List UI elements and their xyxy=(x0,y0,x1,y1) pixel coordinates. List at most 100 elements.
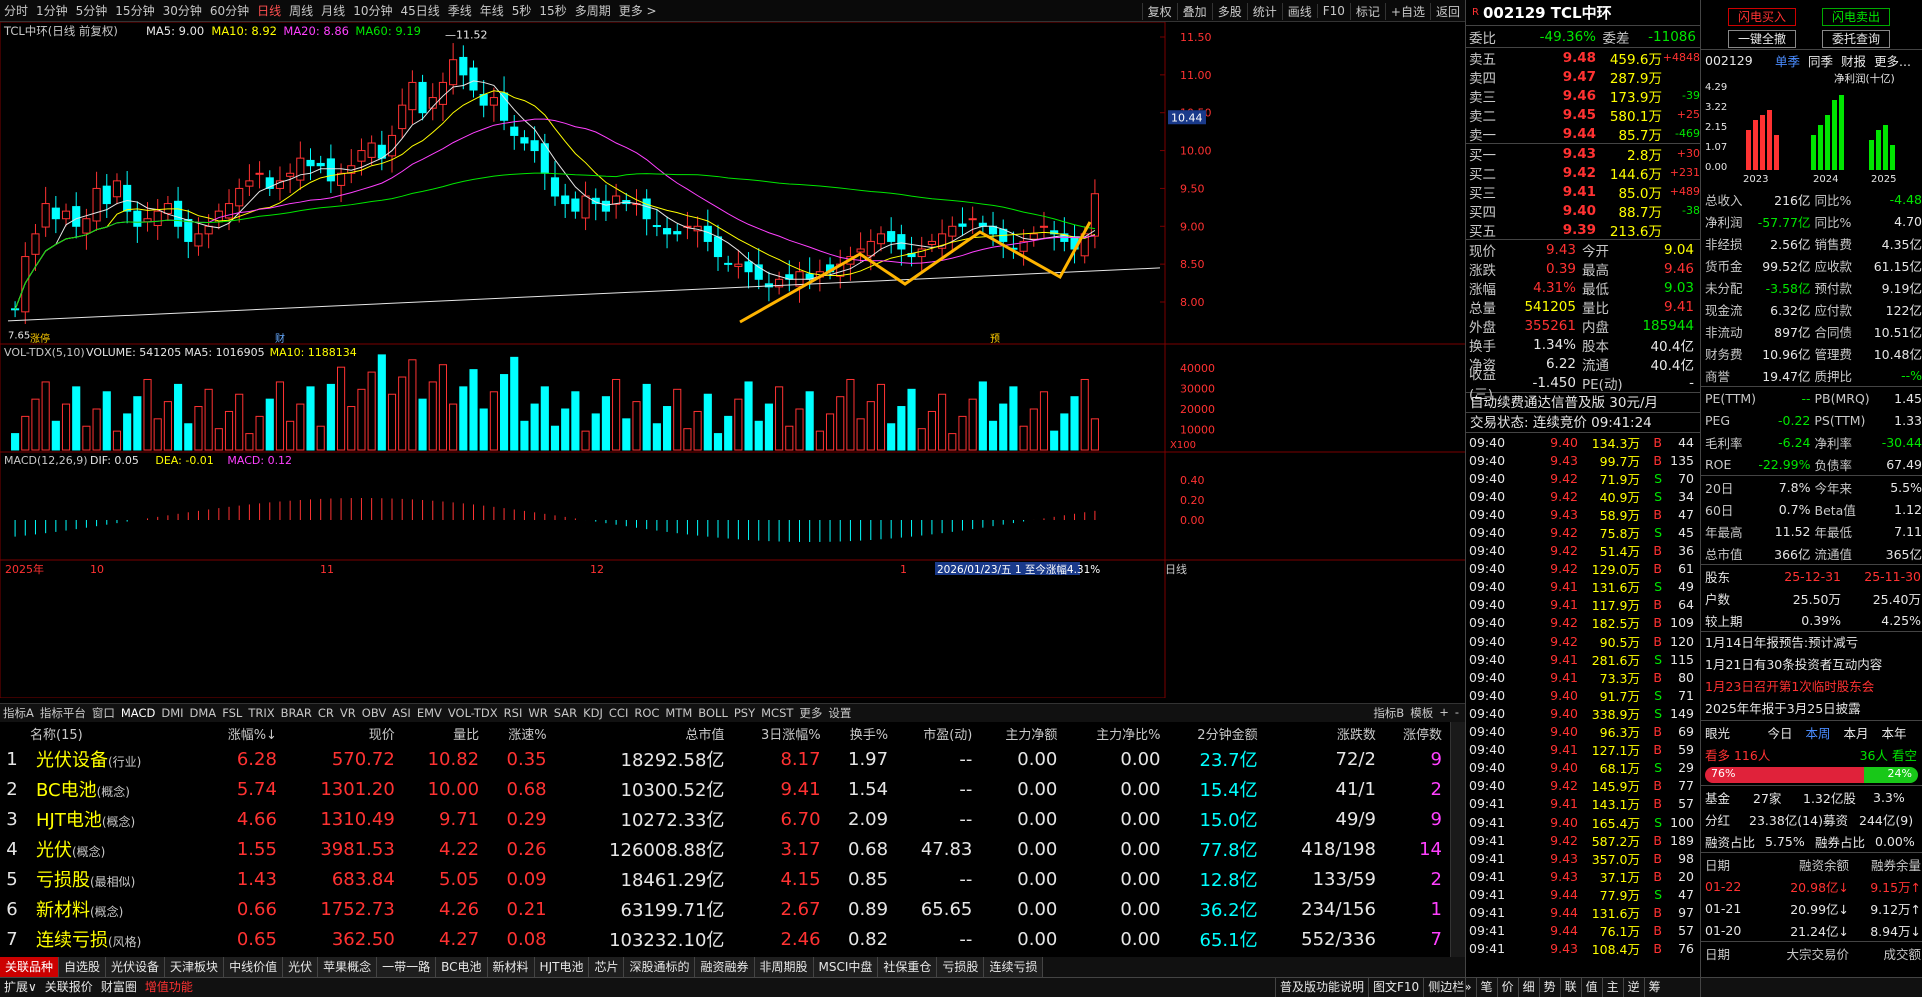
period-tab[interactable]: 5秒 xyxy=(508,2,536,19)
sector-tab[interactable]: 一带一路 xyxy=(377,957,437,977)
fin-tab[interactable]: 单季 xyxy=(1775,51,1800,70)
sector-tab[interactable]: 亏损股 xyxy=(937,957,985,977)
book-row[interactable]: 买三 9.41 85.0万 +489 xyxy=(1466,182,1700,202)
indicator-tab[interactable]: MTM xyxy=(662,706,695,720)
ad-banner[interactable]: 自动续费通达信普及版 30元/月 xyxy=(1466,392,1700,412)
indicator-tab[interactable]: KDJ xyxy=(580,706,606,720)
sector-tab[interactable]: 新材料 xyxy=(487,957,535,977)
col-header[interactable]: 名称(15) xyxy=(30,722,202,744)
period-tab[interactable]: 5分钟 xyxy=(72,2,112,19)
sentiment-tab[interactable]: 本周 xyxy=(1799,723,1837,742)
indicator-tab[interactable]: 设置 xyxy=(825,705,854,721)
flash-buy-button[interactable]: 闪电买入 xyxy=(1728,8,1796,26)
kline-chart-area[interactable]: TCL中环(日线 前复权) MA5: 9.00 MA10: 8.92 MA20: 8.… xyxy=(0,21,1465,699)
indicator-right-button[interactable]: - xyxy=(1452,705,1462,721)
news-item[interactable]: 1月23日召开第1次临时股东会 xyxy=(1701,676,1922,698)
indicator-tab[interactable]: VOL-TDX xyxy=(445,706,501,720)
table-row[interactable]: 6 新材料(概念) 0.66 1752.73 4.26 0.21 63199.71亿 2.67… xyxy=(0,894,1448,924)
toolbar-button[interactable]: 返回 xyxy=(1429,2,1465,20)
period-tab[interactable]: 多周期 xyxy=(571,2,615,19)
book-row[interactable]: 卖三 9.46 173.9万 -39 xyxy=(1466,86,1700,106)
table-row[interactable]: 2 BC电池(概念) 5.74 1301.20 10.00 0.68 10300.52亿 9.… xyxy=(0,774,1448,804)
indicator-tab[interactable]: CR xyxy=(315,706,337,720)
indicator-tab[interactable]: FSL xyxy=(219,706,245,720)
indicator-tab[interactable]: DMI xyxy=(158,706,186,720)
col-header[interactable]: 涨停数 xyxy=(1382,722,1448,744)
col-header[interactable]: 涨跌数 xyxy=(1264,722,1382,744)
book-row[interactable]: 卖二 9.45 580.1万 +25 xyxy=(1466,105,1700,125)
indicator-tab[interactable]: ASI xyxy=(389,706,414,720)
period-tab[interactable]: 季线 xyxy=(444,2,476,19)
toolbar-button[interactable]: 统计 xyxy=(1246,2,1282,20)
col-header[interactable]: 量比 xyxy=(401,722,485,744)
indicator-tab[interactable]: ROC xyxy=(631,706,662,720)
sector-tab[interactable]: 非周期股 xyxy=(754,957,814,977)
sector-tab[interactable]: BC电池 xyxy=(436,957,488,977)
sector-name[interactable]: 亏损股(最相似) xyxy=(30,864,202,894)
col-header[interactable]: 现价 xyxy=(283,722,401,744)
period-tab[interactable]: 15分钟 xyxy=(111,2,158,19)
sector-tab[interactable]: 社保重仓 xyxy=(878,957,938,977)
book-row[interactable]: 卖四 9.47 287.9万 xyxy=(1466,67,1700,87)
indicator-tab[interactable]: WR xyxy=(525,706,550,720)
kline-svg[interactable]: TCL中环(日线 前复权) MA5: 9.00 MA10: 8.92 MA20: 8.… xyxy=(0,21,1465,699)
sector-name[interactable]: BC电池(概念) xyxy=(30,774,202,804)
indicator-tab[interactable]: 窗口 xyxy=(89,705,118,721)
bottom-left-item[interactable]: 扩展∨ xyxy=(0,978,41,997)
period-tab[interactable]: 30分钟 xyxy=(159,2,206,19)
sector-tab[interactable]: 光伏设备 xyxy=(106,957,166,977)
indicator-tab[interactable]: BOLL xyxy=(695,706,731,720)
sector-tab[interactable]: 天津板块 xyxy=(165,957,225,977)
fin-tab[interactable]: 财报 xyxy=(1841,51,1866,70)
sector-tab[interactable]: 深股通标的 xyxy=(624,957,696,977)
period-tab[interactable]: 分时 xyxy=(0,2,32,19)
indicator-tab[interactable]: PSY xyxy=(731,706,758,720)
stock-code-name[interactable]: 002129 TCL中环 xyxy=(1483,2,1612,23)
indicator-tab[interactable]: EMV xyxy=(414,706,445,720)
sector-tab[interactable]: 光伏 xyxy=(283,957,319,977)
table-row[interactable]: 5 亏损股(最相似) 1.43 683.84 5.05 0.09 18461.29亿 4.15… xyxy=(0,864,1448,894)
sentiment-tab[interactable]: 本年 xyxy=(1875,723,1913,742)
news-item[interactable]: 1月21日有30条投资者互动内容 xyxy=(1701,654,1922,676)
period-tab[interactable]: 1分钟 xyxy=(32,2,72,19)
indicator-tab[interactable]: TRIX xyxy=(245,706,277,720)
indicator-tab[interactable]: SAR xyxy=(551,706,580,720)
sector-tab[interactable]: 融资融券 xyxy=(695,957,755,977)
toolbar-button[interactable]: 叠加 xyxy=(1176,2,1212,20)
col-header[interactable]: 换手% xyxy=(827,722,895,744)
book-row[interactable]: 卖五 9.48 459.6万 +4848 xyxy=(1466,48,1700,68)
indicator-tab[interactable]: VR xyxy=(337,706,359,720)
sector-tab[interactable]: 连续亏损 xyxy=(984,957,1044,977)
bottom-left-item[interactable]: 财富圈 xyxy=(97,978,141,997)
flash-sell-button[interactable]: 闪电卖出 xyxy=(1822,8,1890,26)
period-tab[interactable]: 周线 xyxy=(285,2,317,19)
period-tab[interactable]: 更多 > xyxy=(615,2,661,19)
indicator-tab[interactable]: BRAR xyxy=(278,706,315,720)
table-row[interactable]: 4 光伏(概念) 1.55 3981.53 4.22 0.26 126008.88亿 3.17… xyxy=(0,834,1448,864)
sector-name[interactable]: HJT电池(概念) xyxy=(30,804,202,834)
sector-tab[interactable]: HJT电池 xyxy=(534,957,590,977)
sector-name[interactable]: 光伏(概念) xyxy=(30,834,202,864)
toolbar-button[interactable]: 标记 xyxy=(1349,2,1385,20)
toolbar-button[interactable]: 多股 xyxy=(1211,2,1247,20)
sector-name[interactable]: 连续亏损(风格) xyxy=(30,924,202,954)
sector-tab[interactable]: 关联品种 xyxy=(0,957,60,977)
bottom-right-item[interactable]: 图文F10 xyxy=(1368,978,1423,997)
cancel-all-button[interactable]: 一键全撤 xyxy=(1728,30,1796,48)
indicator-tab[interactable]: 更多 xyxy=(796,705,825,721)
sector-tab[interactable]: 苹果概念 xyxy=(318,957,378,977)
table-row[interactable]: 7 连续亏损(风格) 0.65 362.50 4.27 0.08 103232.10亿 2.4… xyxy=(0,924,1448,954)
bottom-left-item[interactable]: 增值功能 xyxy=(141,978,197,997)
table-scrollbar[interactable] xyxy=(1450,722,1465,957)
book-row[interactable]: 买五 9.39 213.6万 xyxy=(1466,220,1700,240)
col-header[interactable]: 总市值 xyxy=(553,722,731,744)
col-header[interactable]: 2分钟金额 xyxy=(1166,722,1263,744)
toolbar-button[interactable]: 复权 xyxy=(1141,2,1177,20)
col-header[interactable]: 3日涨幅% xyxy=(730,722,826,744)
bottom-left-item[interactable]: 关联报价 xyxy=(41,978,97,997)
period-tab[interactable]: 60分钟 xyxy=(206,2,253,19)
toolbar-button[interactable]: 画线 xyxy=(1281,2,1317,20)
news-item[interactable]: 2025年年报于3月25日披露 xyxy=(1701,698,1922,720)
col-header[interactable]: 涨幅%↓ xyxy=(202,722,283,744)
indicator-tab[interactable]: CCI xyxy=(606,706,631,720)
